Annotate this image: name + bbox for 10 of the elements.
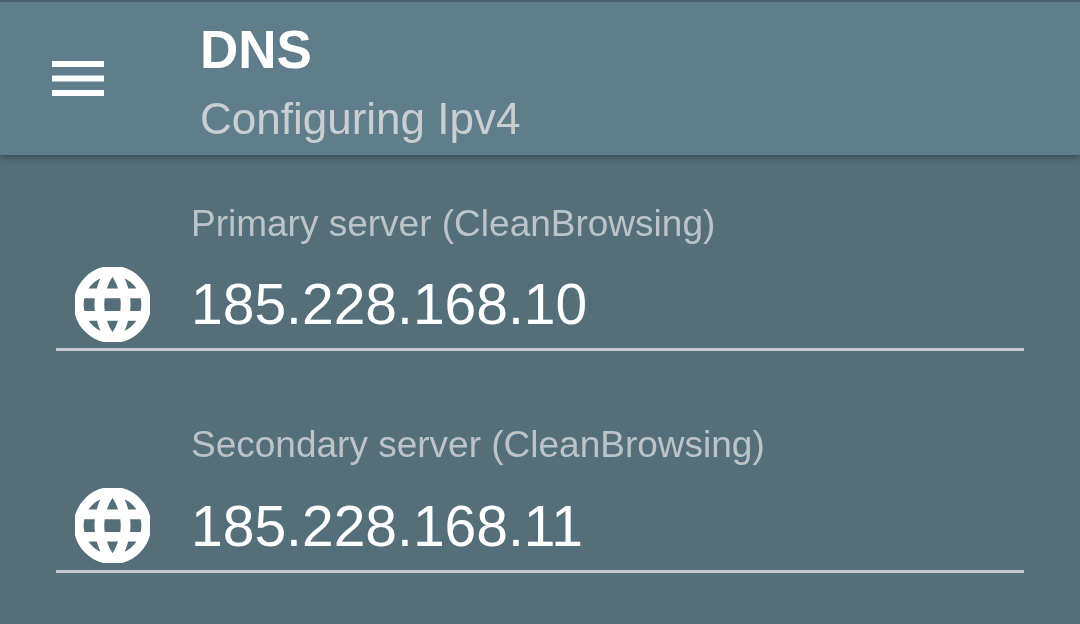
menu-icon bbox=[52, 61, 104, 96]
app-title: DNS bbox=[200, 19, 312, 81]
field-label: Secondary server (CleanBrowsing) bbox=[191, 423, 765, 468]
app-subtitle: Configuring Ipv4 bbox=[200, 92, 521, 145]
menu-button[interactable] bbox=[52, 61, 104, 96]
globe-icon bbox=[75, 266, 150, 342]
field-label: Primary server (CleanBrowsing) bbox=[191, 202, 716, 246]
dns-input-field[interactable]: 185.228.168.10 bbox=[56, 260, 1024, 352]
globe-icon bbox=[75, 488, 150, 564]
dns-input-field[interactable]: 185.228.168.11 bbox=[56, 481, 1024, 573]
